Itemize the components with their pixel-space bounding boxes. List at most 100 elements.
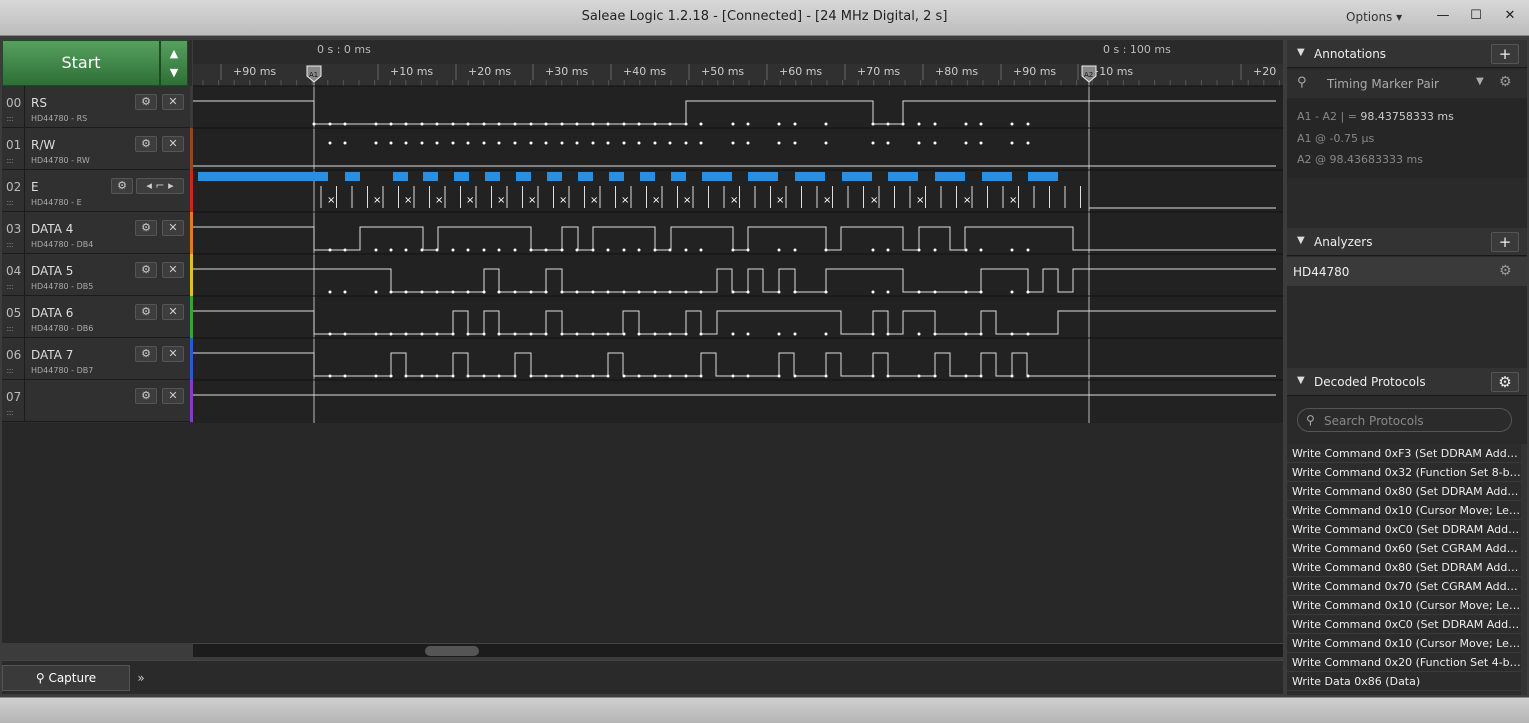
gear-icon[interactable]: ⚙	[135, 262, 157, 278]
sample-dot	[435, 141, 439, 145]
drag-handle-icon[interactable]: ::::	[6, 156, 14, 165]
protocol-list-item[interactable]: Write Data 0x86 (Data)	[1287, 672, 1521, 691]
search-protocols-input[interactable]: ⚲ Search Protocols	[1297, 408, 1512, 432]
start-button[interactable]: Start	[2, 40, 160, 86]
protocol-list-item[interactable]: Write Command 0x60 (Set CGRAM Addr ...	[1287, 539, 1521, 558]
protocols-scrollbar[interactable]	[1521, 444, 1527, 695]
protocol-list-item[interactable]: Write Command 0xC0 (Set DDRAM Addr ...	[1287, 520, 1521, 539]
drag-handle-icon[interactable]: ::::	[6, 198, 14, 207]
remove-channel-button[interactable]: ✕	[162, 388, 184, 404]
channel-name[interactable]: DATA 5	[31, 264, 73, 278]
channel-name[interactable]: RS	[31, 96, 47, 110]
sample-dot	[435, 290, 439, 294]
protocol-list-item[interactable]: Write Command 0x20 (Function Set 4-bi...	[1287, 653, 1521, 672]
channel-name[interactable]: DATA 4	[31, 222, 73, 236]
chevron-down-icon[interactable]: ▼	[1476, 76, 1484, 87]
drag-handle-icon[interactable]: ::::	[6, 408, 14, 417]
timing-marker-pair-row[interactable]: ⚲ Timing Marker Pair ▼ ⚙	[1287, 70, 1527, 98]
protocol-list-item[interactable]: Write Command 0x80 (Set DDRAM Addr ...	[1287, 558, 1521, 577]
analyzers-header[interactable]: ▼ Analyzers +	[1287, 228, 1527, 256]
channel-row[interactable]: 07 :::: ⚙ ✕	[2, 380, 195, 422]
protocol-list-item[interactable]: Write Command 0xF3 (Set DDRAM Addr ...	[1287, 444, 1521, 463]
analyzer-item[interactable]: HD44780 ⚙	[1287, 257, 1527, 286]
remove-channel-button[interactable]: ✕	[162, 346, 184, 362]
collapse-icon[interactable]: ▼	[1297, 47, 1305, 58]
channel-name[interactable]: R/W	[31, 138, 55, 152]
gear-icon[interactable]: ⚙	[1491, 372, 1519, 392]
remove-channel-button[interactable]: ✕	[162, 94, 184, 110]
drag-handle-icon[interactable]: ::::	[6, 282, 14, 291]
sample-dot	[699, 332, 703, 336]
gear-icon[interactable]: ⚙	[135, 220, 157, 236]
remove-channel-button[interactable]: ✕	[162, 304, 184, 320]
gear-icon[interactable]: ⚙	[1499, 263, 1512, 279]
drag-handle-icon[interactable]: ::::	[6, 114, 14, 123]
gear-icon[interactable]: ⚙	[135, 94, 157, 110]
gear-icon[interactable]: ⚙	[1499, 74, 1512, 90]
sample-dot	[343, 374, 347, 378]
protocol-list-item[interactable]: Write Command 0x70 (Set CGRAM Addr ...	[1287, 577, 1521, 596]
sample-dot	[328, 332, 332, 336]
protocol-list-item[interactable]: Write Command 0x32 (Function Set 8-bi...	[1287, 463, 1521, 482]
clock-sample-mark: ×	[497, 195, 505, 206]
drag-handle-icon[interactable]: ::::	[6, 324, 14, 333]
sample-dot	[824, 122, 828, 126]
gear-icon[interactable]: ⚙	[135, 346, 157, 362]
sample-dot	[793, 374, 797, 378]
drag-handle-icon[interactable]: ::::	[6, 366, 14, 375]
clock-sample-mark: ×	[404, 195, 412, 206]
sample-dot	[451, 122, 455, 126]
channel-name[interactable]: DATA 7	[31, 348, 73, 362]
tick-label: +90 ms	[233, 65, 276, 78]
capture-label: Capture	[48, 671, 97, 685]
options-menu[interactable]: Options ▾	[1346, 10, 1402, 24]
collapse-icon[interactable]: ▼	[1297, 375, 1305, 386]
protocol-list-item[interactable]: Write Command 0x10 (Cursor Move; Left)	[1287, 501, 1521, 520]
channel-row[interactable]: 00 :::: RS HD44780 - RS ⚙ ✕	[2, 86, 195, 128]
gear-icon[interactable]: ⚙	[135, 136, 157, 152]
remove-channel-button[interactable]: ✕	[162, 220, 184, 236]
protocol-list-item[interactable]: Write Command 0x10 (Cursor Move; Left)	[1287, 596, 1521, 615]
scrollbar-thumb[interactable]	[425, 646, 479, 656]
minimize-button[interactable]: —	[1432, 6, 1454, 26]
sample-dot	[575, 248, 579, 252]
sample-dot	[482, 122, 486, 126]
remove-channel-button[interactable]: ✕	[162, 262, 184, 278]
horizontal-scrollbar[interactable]	[193, 643, 1283, 657]
a1-row: A1 @ -0.75 μs	[1297, 132, 1374, 145]
annotations-header[interactable]: ▼ Annotations +	[1287, 40, 1527, 68]
channel-row[interactable]: 05 :::: DATA 6 HD44780 - DB6 ⚙ ✕	[2, 296, 195, 338]
sample-dot	[482, 248, 486, 252]
gear-icon[interactable]: ⚙	[135, 304, 157, 320]
collapse-icon[interactable]: ▼	[1297, 235, 1305, 246]
sample-dot	[606, 248, 610, 252]
start-options-button[interactable]: ▲ ▼	[160, 40, 188, 86]
channel-row[interactable]: 02 :::: E HD44780 - E ⚙ ◂ ⌐ ▸	[2, 170, 195, 212]
add-analyzer-button[interactable]: +	[1491, 232, 1519, 252]
more-tabs-button[interactable]: »	[126, 668, 156, 688]
channel-name[interactable]: DATA 6	[31, 306, 73, 320]
add-annotation-button[interactable]: +	[1491, 44, 1519, 64]
waveform-area[interactable]: 0 s : 0 ms 0 s : 100 ms +90 ms +10 ms +20 ms…	[193, 40, 1283, 423]
channel-name[interactable]: E	[31, 180, 39, 194]
channel-row[interactable]: 01 :::: R/W HD44780 - RW ⚙ ✕	[2, 128, 195, 170]
divider	[24, 338, 25, 380]
protocol-list-item[interactable]: Write Command 0x80 (Set DDRAM Addr ...	[1287, 482, 1521, 501]
close-button[interactable]: ✕	[1499, 6, 1521, 26]
channel-row[interactable]: 06 :::: DATA 7 HD44780 - DB7 ⚙ ✕	[2, 338, 195, 380]
decoded-protocols-header[interactable]: ▼ Decoded Protocols ⚙	[1287, 368, 1527, 396]
trigger-selector[interactable]: ◂ ⌐ ▸	[136, 178, 184, 194]
channel-row[interactable]: 04 :::: DATA 5 HD44780 - DB5 ⚙ ✕	[2, 254, 195, 296]
gear-icon[interactable]: ⚙	[135, 388, 157, 404]
sample-dot	[979, 290, 983, 294]
gear-icon[interactable]: ⚙	[111, 178, 133, 194]
drag-handle-icon[interactable]: ::::	[6, 240, 14, 249]
protocol-list-item[interactable]: Write Command 0x10 (Cursor Move; Left)	[1287, 634, 1521, 653]
protocol-list-item[interactable]: Write Command 0xC0 (Set DDRAM Addr ...	[1287, 615, 1521, 634]
remove-channel-button[interactable]: ✕	[162, 136, 184, 152]
maximize-button[interactable]: ☐	[1465, 6, 1487, 26]
signal-trace	[193, 100, 1276, 125]
capture-tab[interactable]: ⚲ Capture	[2, 665, 130, 691]
sample-dot	[529, 374, 533, 378]
channel-row[interactable]: 03 :::: DATA 4 HD44780 - DB4 ⚙ ✕	[2, 212, 195, 254]
